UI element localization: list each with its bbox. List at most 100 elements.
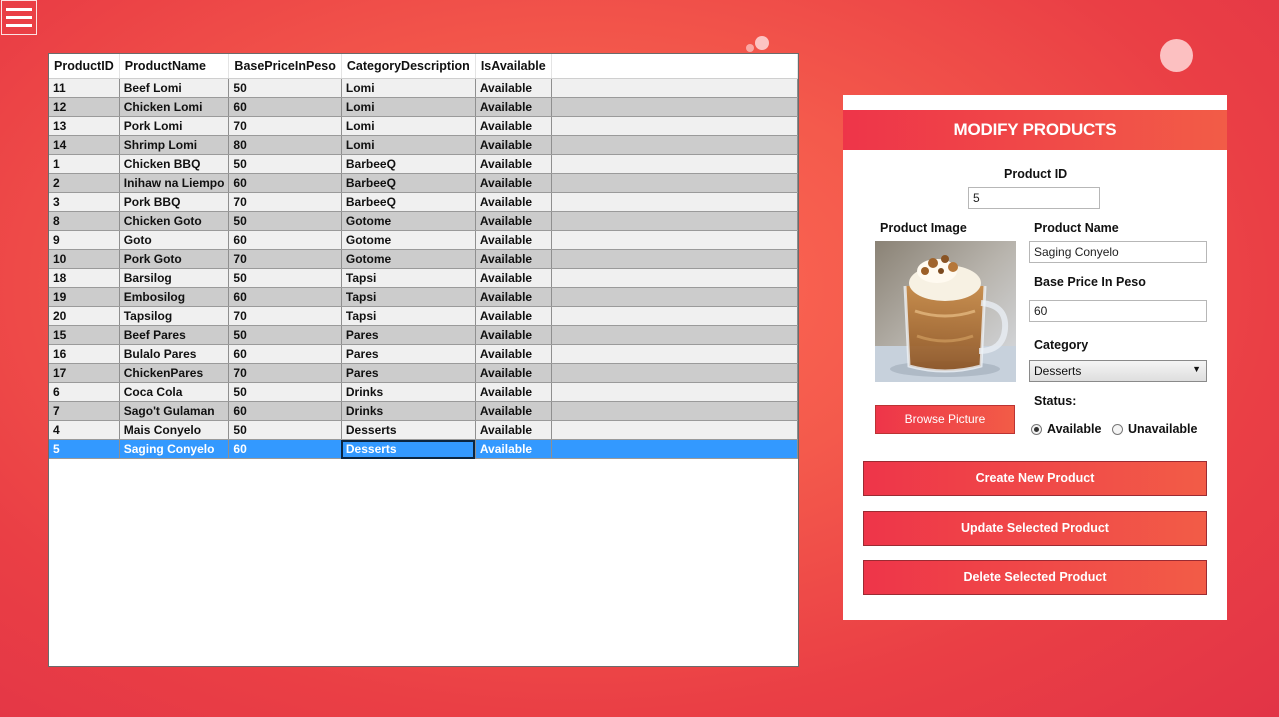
- table-row[interactable]: 4 Mais Conyelo 50 Desserts Available: [49, 420, 798, 440]
- cell-categorydescription[interactable]: Desserts: [341, 420, 476, 440]
- cell-isavailable[interactable]: Available: [475, 420, 552, 440]
- table-row[interactable]: 9 Goto 60 Gotome Available: [49, 230, 798, 250]
- update-selected-product-button[interactable]: Update Selected Product: [863, 511, 1207, 546]
- cell-isavailable[interactable]: Available: [475, 78, 552, 98]
- cell-isavailable[interactable]: Available: [475, 173, 552, 193]
- cell-isavailable[interactable]: Available: [475, 154, 552, 174]
- cell-categorydescription[interactable]: Lomi: [341, 116, 476, 136]
- cell-categorydescription[interactable]: Tapsi: [341, 268, 476, 288]
- table-row[interactable]: 6 Coca Cola 50 Drinks Available: [49, 382, 798, 402]
- category-select[interactable]: Desserts ▼: [1029, 360, 1207, 382]
- cell-categorydescription[interactable]: Pares: [341, 344, 476, 364]
- cell-categorydescription[interactable]: Gotome: [341, 211, 476, 231]
- status-available-radio[interactable]: Available: [1031, 422, 1101, 436]
- cell-basepriceinpeso[interactable]: 60: [228, 439, 342, 459]
- table-row[interactable]: 13 Pork Lomi 70 Lomi Available: [49, 116, 798, 136]
- cell-productid[interactable]: 7: [49, 401, 120, 421]
- cell-isavailable[interactable]: Available: [475, 268, 552, 288]
- cell-productname[interactable]: Embosilog: [119, 287, 230, 307]
- cell-categorydescription[interactable]: Lomi: [341, 97, 476, 117]
- cell-basepriceinpeso[interactable]: 70: [228, 363, 342, 383]
- cell-categorydescription[interactable]: Gotome: [341, 230, 476, 250]
- table-row[interactable]: 17 ChickenPares 70 Pares Available: [49, 363, 798, 383]
- cell-productid[interactable]: 12: [49, 97, 120, 117]
- cell-productname[interactable]: Beef Pares: [119, 325, 230, 345]
- column-header-productid[interactable]: ProductID: [49, 54, 120, 79]
- cell-basepriceinpeso[interactable]: 50: [228, 268, 342, 288]
- cell-basepriceinpeso[interactable]: 70: [228, 306, 342, 326]
- column-header-productname[interactable]: ProductName: [119, 54, 230, 79]
- cell-categorydescription[interactable]: BarbeeQ: [341, 192, 476, 212]
- cell-categorydescription[interactable]: Drinks: [341, 382, 476, 402]
- table-row[interactable]: 16 Bulalo Pares 60 Pares Available: [49, 344, 798, 364]
- cell-productid[interactable]: 6: [49, 382, 120, 402]
- cell-isavailable[interactable]: Available: [475, 211, 552, 231]
- delete-selected-product-button[interactable]: Delete Selected Product: [863, 560, 1207, 595]
- cell-productid[interactable]: 3: [49, 192, 120, 212]
- cell-productname[interactable]: Tapsilog: [119, 306, 230, 326]
- cell-basepriceinpeso[interactable]: 50: [228, 382, 342, 402]
- cell-isavailable[interactable]: Available: [475, 439, 552, 459]
- browse-picture-button[interactable]: Browse Picture: [875, 405, 1015, 434]
- cell-basepriceinpeso[interactable]: 70: [228, 116, 342, 136]
- table-row[interactable]: 7 Sago't Gulaman 60 Drinks Available: [49, 401, 798, 421]
- cell-categorydescription[interactable]: Drinks: [341, 401, 476, 421]
- cell-productname[interactable]: Bulalo Pares: [119, 344, 230, 364]
- cell-basepriceinpeso[interactable]: 60: [228, 230, 342, 250]
- cell-basepriceinpeso[interactable]: 70: [228, 192, 342, 212]
- table-row[interactable]: 3 Pork BBQ 70 BarbeeQ Available: [49, 192, 798, 212]
- table-row-selected[interactable]: 5 Saging Conyelo 60 Desserts Available: [49, 439, 798, 459]
- cell-basepriceinpeso[interactable]: 70: [228, 249, 342, 269]
- cell-productname[interactable]: Coca Cola: [119, 382, 230, 402]
- cell-productid[interactable]: 14: [49, 135, 120, 155]
- table-row[interactable]: 18 Barsilog 50 Tapsi Available: [49, 268, 798, 288]
- cell-basepriceinpeso[interactable]: 60: [228, 287, 342, 307]
- product-name-input[interactable]: [1029, 241, 1207, 263]
- table-row[interactable]: 1 Chicken BBQ 50 BarbeeQ Available: [49, 154, 798, 174]
- table-row[interactable]: 8 Chicken Goto 50 Gotome Available: [49, 211, 798, 231]
- cell-categorydescription[interactable]: Pares: [341, 363, 476, 383]
- cell-basepriceinpeso[interactable]: 50: [228, 325, 342, 345]
- cell-isavailable[interactable]: Available: [475, 382, 552, 402]
- cell-productid[interactable]: 19: [49, 287, 120, 307]
- cell-productid[interactable]: 20: [49, 306, 120, 326]
- cell-isavailable[interactable]: Available: [475, 230, 552, 250]
- cell-categorydescription[interactable]: Desserts: [341, 439, 476, 459]
- cell-basepriceinpeso[interactable]: 50: [228, 78, 342, 98]
- cell-isavailable[interactable]: Available: [475, 363, 552, 383]
- cell-productname[interactable]: Barsilog: [119, 268, 230, 288]
- cell-productid[interactable]: 17: [49, 363, 120, 383]
- cell-productname[interactable]: Sago't Gulaman: [119, 401, 230, 421]
- cell-productname[interactable]: Mais Conyelo: [119, 420, 230, 440]
- cell-productid[interactable]: 11: [49, 78, 120, 98]
- base-price-input[interactable]: [1029, 300, 1207, 322]
- cell-productid[interactable]: 2: [49, 173, 120, 193]
- cell-productid[interactable]: 16: [49, 344, 120, 364]
- cell-categorydescription[interactable]: Tapsi: [341, 306, 476, 326]
- status-unavailable-radio[interactable]: Unavailable: [1112, 422, 1197, 436]
- cell-isavailable[interactable]: Available: [475, 116, 552, 136]
- cell-isavailable[interactable]: Available: [475, 97, 552, 117]
- table-row[interactable]: 19 Embosilog 60 Tapsi Available: [49, 287, 798, 307]
- cell-isavailable[interactable]: Available: [475, 249, 552, 269]
- cell-productid[interactable]: 4: [49, 420, 120, 440]
- cell-categorydescription[interactable]: Pares: [341, 325, 476, 345]
- cell-productid[interactable]: 18: [49, 268, 120, 288]
- cell-isavailable[interactable]: Available: [475, 306, 552, 326]
- cell-productname[interactable]: Pork Lomi: [119, 116, 230, 136]
- cell-productname[interactable]: Inihaw na Liempo: [119, 173, 230, 193]
- cell-productid[interactable]: 13: [49, 116, 120, 136]
- cell-productname[interactable]: Pork Goto: [119, 249, 230, 269]
- cell-productname[interactable]: Pork BBQ: [119, 192, 230, 212]
- cell-basepriceinpeso[interactable]: 50: [228, 211, 342, 231]
- cell-categorydescription[interactable]: Lomi: [341, 135, 476, 155]
- cell-basepriceinpeso[interactable]: 80: [228, 135, 342, 155]
- cell-productid[interactable]: 10: [49, 249, 120, 269]
- cell-isavailable[interactable]: Available: [475, 344, 552, 364]
- cell-isavailable[interactable]: Available: [475, 135, 552, 155]
- product-id-input[interactable]: [968, 187, 1100, 209]
- column-header-categorydescription[interactable]: CategoryDescription: [341, 54, 476, 79]
- cell-categorydescription[interactable]: BarbeeQ: [341, 154, 476, 174]
- cell-productid[interactable]: 1: [49, 154, 120, 174]
- cell-basepriceinpeso[interactable]: 50: [228, 420, 342, 440]
